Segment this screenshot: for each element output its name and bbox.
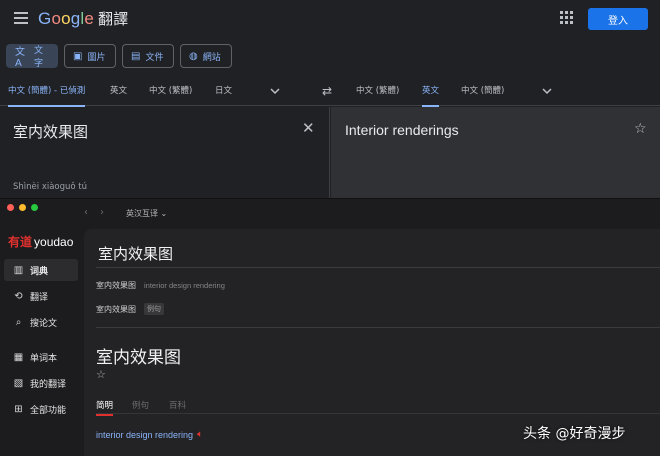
translation-output: Interior renderings [345, 122, 459, 138]
zoom-window-button[interactable] [31, 204, 38, 211]
youdao-window: ‹ › 英汉互译 ⌄ 有道 youdao ▥ 词典 ⟲ 翻译 ⌕ 搜论文 ▦ 单词… [0, 198, 660, 456]
source-lang-traditional[interactable]: 中文 (繁體) [149, 76, 192, 106]
mode-website-button[interactable]: ◍ 網站 [180, 44, 232, 68]
tab-encyclopedia[interactable]: 百科 [169, 399, 186, 411]
google-apps-icon[interactable] [560, 11, 573, 24]
pinyin-transliteration: Shìnèi xiàoguǒ tú [13, 182, 88, 192]
translate-icon: ⟲ [14, 290, 23, 302]
google-translate-window: Google 翻譯 登入 文A 文字 ▣ 圖片 ▤ 文件 ◍ 網站 中文 (簡體)… [0, 0, 660, 200]
divider [96, 327, 660, 328]
image-icon: ▣ [73, 50, 83, 62]
close-window-button[interactable] [7, 204, 14, 211]
translation-direction-dropdown[interactable]: 英汉互译 ⌄ [126, 208, 167, 219]
tab-concise[interactable]: 简明 [96, 399, 114, 416]
all-features-icon: ⊞ [14, 403, 23, 415]
tab-underline [96, 413, 660, 414]
sidebar-item-dictionary[interactable]: ▥ 词典 [4, 259, 78, 281]
target-lang-simplified[interactable]: 中文 (簡體) [461, 76, 504, 106]
search-input[interactable]: 室内效果图 [98, 243, 173, 264]
dictionary-icon: ▥ [13, 264, 24, 276]
google-header: Google 翻譯 登入 [0, 0, 660, 38]
window-controls [7, 204, 38, 211]
clear-icon[interactable]: ✕ [302, 121, 315, 136]
headword: 室内效果图 [96, 348, 181, 368]
main-menu-icon[interactable] [14, 12, 28, 24]
source-text-panel[interactable]: 室内效果图 ✕ Shìnèi xiàoguǒ tú [0, 107, 330, 200]
sidebar-item-search-paper[interactable]: ⌕ 搜论文 [4, 311, 78, 333]
globe-icon: ◍ [189, 50, 198, 62]
google-translate-logo[interactable]: Google 翻譯 [38, 8, 128, 29]
minimize-window-button[interactable] [19, 204, 26, 211]
add-to-wordbook-star-icon[interactable]: ☆ [96, 368, 106, 381]
my-translation-icon: ▧ [13, 377, 24, 389]
save-translation-star-icon[interactable]: ☆ [634, 121, 647, 137]
search-paper-icon: ⌕ [15, 316, 22, 328]
target-lang-chevron-down-icon[interactable] [540, 84, 554, 98]
example-tag: 例句 [144, 303, 164, 315]
sidebar-item-all-features[interactable]: ⊞ 全部功能 [4, 398, 78, 420]
mode-text-button[interactable]: 文A 文字 [6, 44, 58, 69]
search-underline [96, 267, 660, 268]
target-text-panel: Interior renderings ☆ [331, 107, 660, 200]
tab-examples[interactable]: 例句 [132, 399, 149, 411]
wordbook-icon: ▦ [13, 351, 24, 363]
translation-result[interactable]: interior design rendering 🔈︎ [96, 429, 203, 440]
document-icon: ▤ [131, 50, 141, 62]
login-button[interactable]: 登入 [588, 8, 648, 30]
target-lang-english[interactable]: 英文 [422, 76, 440, 107]
source-lang-english[interactable]: 英文 [110, 76, 127, 106]
suggestion-item[interactable]: 室内效果图 例句 [96, 303, 164, 315]
sidebar-item-my-translation[interactable]: ▧ 我的翻译 [4, 372, 78, 394]
sidebar-item-wordbook[interactable]: ▦ 单词本 [4, 346, 78, 368]
language-bar: 中文 (簡體) - 已偵測 英文 中文 (繁體) 日文 ⇄ 中文 (繁體) 英文… [0, 76, 660, 107]
source-text-input[interactable]: 室内效果图 [13, 121, 88, 142]
dictionary-panel: 室内效果图 室内效果图 interior design rendering 室内… [84, 229, 660, 456]
suggestion-item[interactable]: 室内效果图 interior design rendering [96, 280, 225, 291]
target-lang-traditional[interactable]: 中文 (繁體) [356, 76, 399, 106]
translate-icon: 文A [15, 47, 25, 69]
mode-image-button[interactable]: ▣ 圖片 [64, 44, 116, 68]
source-lang-japanese[interactable]: 日文 [215, 76, 232, 106]
source-lang-chevron-down-icon[interactable] [268, 84, 282, 98]
back-chevron-icon[interactable]: ‹ [84, 207, 88, 218]
youdao-logo: 有道 youdao [8, 235, 74, 249]
speaker-icon[interactable]: 🔈︎ [197, 429, 203, 440]
forward-chevron-icon[interactable]: › [100, 207, 104, 218]
swap-languages-icon[interactable]: ⇄ [322, 84, 332, 98]
history-nav: ‹ › [84, 207, 104, 218]
watermark: 头条 @好奇漫步 [523, 426, 626, 442]
mode-document-button[interactable]: ▤ 文件 [122, 44, 174, 68]
sidebar-item-translate[interactable]: ⟲ 翻译 [4, 285, 78, 307]
source-lang-detected[interactable]: 中文 (簡體) - 已偵測 [8, 76, 86, 107]
